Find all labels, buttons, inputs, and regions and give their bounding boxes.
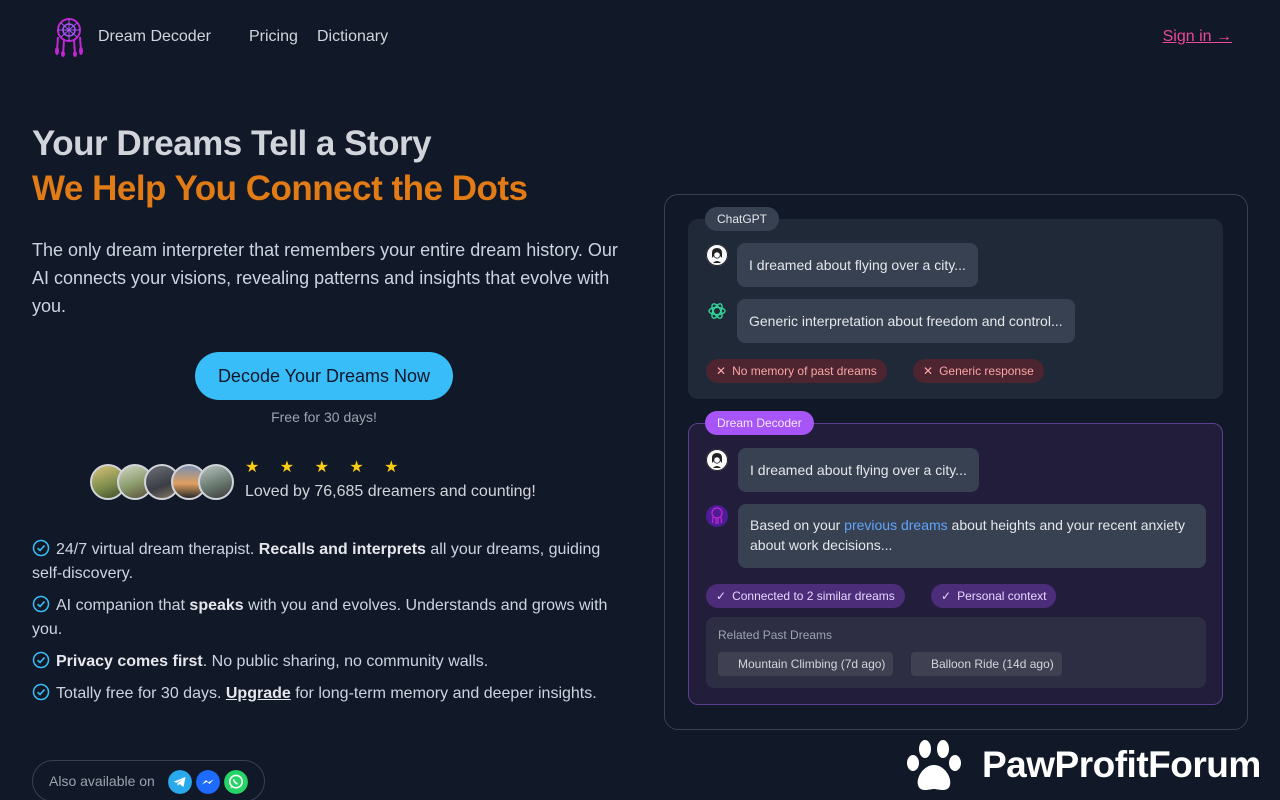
- hero-title: Your Dreams Tell a Story: [32, 124, 432, 163]
- related-title: Related Past Dreams: [718, 628, 833, 642]
- check-badge-icon: [32, 683, 50, 701]
- dream-decoder-ai-message: Based on your previous dreams about heig…: [738, 504, 1206, 568]
- pill-label: Personal context: [957, 589, 1047, 603]
- nav-pricing[interactable]: Pricing: [249, 28, 298, 46]
- pill-label: Generic response: [939, 364, 1034, 378]
- openai-icon: [708, 303, 726, 319]
- feature-text: Totally free for 30 days.: [56, 685, 226, 702]
- check-badge-icon: [32, 595, 50, 613]
- hero-description: The only dream interpreter that remember…: [32, 240, 618, 316]
- feature-text: for long-term memory and deeper insights…: [290, 685, 597, 702]
- decode-dreams-button[interactable]: Decode Your Dreams Now: [195, 352, 453, 400]
- feature-bold: Recalls and interprets: [258, 541, 426, 558]
- user-avatar-icon: [706, 449, 728, 471]
- dreamcatcher-logo-icon[interactable]: [52, 17, 86, 57]
- dream-decoder-tag: Dream Decoder: [705, 411, 814, 435]
- sign-in-link[interactable]: Sign in →: [1163, 28, 1232, 46]
- feature-item: Privacy comes first. No public sharing, …: [32, 650, 632, 674]
- feature-text: . No public sharing, no community walls.: [202, 653, 489, 670]
- messenger-icon[interactable]: [196, 770, 220, 794]
- feature-text: 24/7 virtual dream therapist.: [56, 541, 259, 558]
- pill-label: No memory of past dreams: [732, 364, 877, 378]
- check-icon: ✓: [941, 589, 952, 603]
- free-trial-note: Free for 30 days!: [271, 409, 377, 425]
- rating-stars: ★ ★ ★ ★ ★: [245, 459, 407, 476]
- chatgpt-user-message: I dreamed about flying over a city...: [737, 243, 978, 287]
- related-dreams-box: Related Past Dreams Mountain Climbing (7…: [706, 617, 1206, 688]
- avatar-group: [90, 464, 236, 500]
- dream-decoder-user-message: I dreamed about flying over a city...: [738, 448, 979, 492]
- also-available-bar: Also available on: [32, 760, 265, 800]
- paw-icon: [907, 740, 961, 790]
- feature-bold: speaks: [189, 597, 244, 614]
- brand-name[interactable]: Dream Decoder: [98, 28, 211, 46]
- check-badge-icon: [32, 539, 50, 557]
- dreamcatcher-icon: [706, 505, 728, 527]
- upgrade-link[interactable]: Upgrade: [226, 685, 291, 702]
- feature-item: 24/7 virtual dream therapist. Recalls an…: [32, 538, 632, 586]
- feature-item: Totally free for 30 days. Upgrade for lo…: [32, 682, 632, 706]
- watermark-text: PawProfitForum: [982, 744, 1261, 785]
- check-badge-icon: [32, 651, 50, 669]
- feature-text: AI companion that: [56, 597, 190, 614]
- nav-dictionary[interactable]: Dictionary: [317, 28, 388, 46]
- x-icon: ✕: [716, 364, 727, 378]
- hero-subtitle: We Help You Connect the Dots: [32, 169, 528, 208]
- also-available-label: Also available on: [49, 773, 155, 789]
- generic-response-pill: ✕ Generic response: [913, 359, 1044, 383]
- check-icon: ✓: [716, 589, 727, 603]
- telegram-icon[interactable]: [168, 770, 192, 794]
- feature-item: AI companion that speaks with you and ev…: [32, 594, 632, 642]
- whatsapp-icon[interactable]: [224, 770, 248, 794]
- x-icon: ✕: [923, 364, 934, 378]
- chatgpt-tag: ChatGPT: [705, 207, 780, 231]
- connected-dreams-pill: ✓ Connected to 2 similar dreams: [706, 584, 905, 608]
- previous-dreams-link[interactable]: previous dreams: [844, 517, 948, 533]
- personal-context-pill: ✓ Personal context: [931, 584, 1057, 608]
- feature-bold: Privacy comes first: [56, 653, 203, 670]
- chatgpt-ai-message: Generic interpretation about freedom and…: [737, 299, 1075, 343]
- avatar: [198, 464, 234, 500]
- related-dream-chip[interactable]: Balloon Ride (14d ago): [911, 652, 1062, 676]
- related-dream-chip[interactable]: Mountain Climbing (7d ago): [718, 652, 894, 676]
- header: Dream Decoder Pricing Dictionary Sign in…: [0, 0, 1280, 76]
- feature-list: 24/7 virtual dream therapist. Recalls an…: [32, 538, 632, 714]
- message-text: Based on your: [750, 517, 845, 533]
- no-memory-pill: ✕ No memory of past dreams: [706, 359, 887, 383]
- user-avatar-icon: [706, 244, 728, 266]
- pill-label: Connected to 2 similar dreams: [732, 589, 895, 603]
- watermark: PawProfitForum: [904, 739, 1280, 800]
- social-proof-text: Loved by 76,685 dreamers and counting!: [245, 483, 536, 500]
